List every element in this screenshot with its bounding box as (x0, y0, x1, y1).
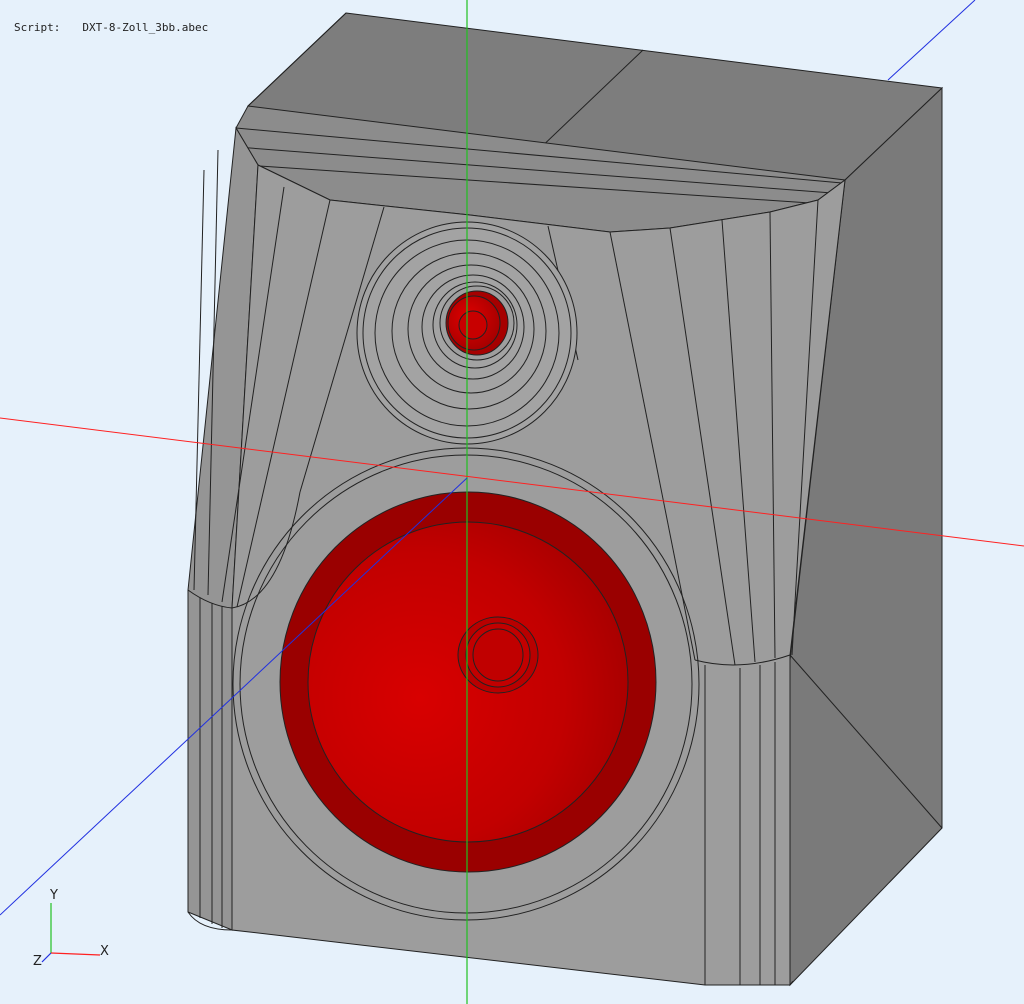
z-axis-line-far (887, 0, 976, 81)
triad-z-label: Z (33, 954, 42, 969)
tweeter-driver[interactable] (439, 285, 515, 361)
triad-x-label: X (100, 944, 109, 959)
axis-triad (41, 903, 101, 963)
woofer-driver[interactable] (279, 491, 657, 873)
3d-viewport[interactable] (0, 0, 1024, 1004)
woofer-cone (307, 521, 629, 843)
triad-y-label: Y (50, 888, 58, 903)
